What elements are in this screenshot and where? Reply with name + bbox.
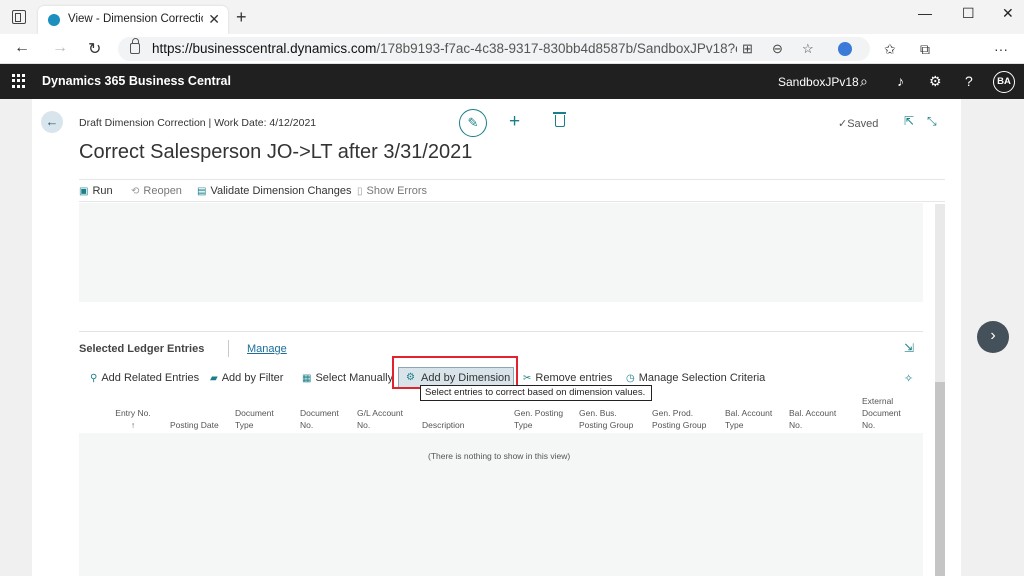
expand-section-icon[interactable]: ⇲ <box>904 341 914 355</box>
saved-status: ✓Saved <box>838 118 879 130</box>
column-header[interactable]: Document Type <box>235 407 285 431</box>
close-tab-icon[interactable]: ✕ <box>208 11 220 28</box>
back-icon[interactable]: ← <box>14 39 30 57</box>
manage-link[interactable]: Manage <box>247 343 287 355</box>
column-header[interactable]: Gen. Posting Type <box>514 407 566 431</box>
run-action[interactable]: ▣ Run <box>79 185 113 197</box>
column-header[interactable]: Description <box>422 419 465 431</box>
next-arrow-icon[interactable]: › <box>977 321 1009 353</box>
back-arrow-icon[interactable]: ← <box>41 111 63 133</box>
new-tab-button[interactable]: + <box>236 7 247 28</box>
select-icon: ▦ <box>302 373 312 384</box>
scrollbar-thumb[interactable] <box>935 382 945 576</box>
add-by-filter-action[interactable]: ▰ Add by Filter <box>210 372 283 384</box>
general-fasttab <box>79 203 923 302</box>
maximize-icon[interactable]: ☐ <box>962 5 975 22</box>
address-bar: ← → ↻ https://businesscentral.dynamics.c… <box>0 34 1024 92</box>
favorites-icon[interactable]: ✩ <box>884 41 896 58</box>
app-bar: Dynamics 365 Business Central SandboxJPv… <box>0 64 1024 99</box>
criteria-icon: ◷ <box>626 373 635 384</box>
extension-icon[interactable] <box>838 42 852 56</box>
help-icon[interactable]: ? <box>965 73 973 89</box>
favorite-star-icon[interactable]: ☆ <box>802 41 814 57</box>
page-breadcrumb: Draft Dimension Correction | Work Date: … <box>79 117 317 129</box>
section-separator <box>228 340 229 357</box>
site-favicon-icon <box>48 14 60 26</box>
delete-trash-icon[interactable] <box>553 112 566 127</box>
page-card: ← Draft Dimension Correction | Work Date… <box>32 99 961 576</box>
app-title[interactable]: Dynamics 365 Business Central <box>42 74 231 88</box>
add-related-entries-action[interactable]: ⚲ Add Related Entries <box>90 372 199 384</box>
validate-dimension-changes-action[interactable]: ▤ Validate Dimension Changes <box>197 185 352 197</box>
errors-icon: ▯ <box>357 186 363 197</box>
column-header[interactable]: Entry No. ↑ <box>113 407 153 431</box>
filter-icon: ▰ <box>210 373 218 384</box>
settings-gear-icon[interactable]: ⚙ <box>929 73 942 90</box>
remove-icon: ✂ <box>523 373 532 384</box>
open-new-window-icon[interactable]: ⇱ <box>904 114 914 128</box>
section-title: Selected Ledger Entries <box>79 343 205 355</box>
forward-icon[interactable]: → <box>52 39 68 57</box>
column-header[interactable]: Bal. Account No. <box>789 407 841 431</box>
column-header[interactable]: Bal. Account Type <box>725 407 777 431</box>
search-icon[interactable]: ⌕ <box>860 73 868 90</box>
refresh-icon[interactable]: ↻ <box>88 39 101 59</box>
column-header[interactable]: Gen. Prod. Posting Group <box>652 407 712 431</box>
manage-selection-criteria-action[interactable]: ◷ Manage Selection Criteria <box>626 372 765 384</box>
tooltip: Select entries to correct based on dimen… <box>420 385 652 401</box>
collections-icon[interactable]: ⧉ <box>920 41 930 58</box>
edit-pencil-icon[interactable]: ✎ <box>459 109 487 137</box>
column-header[interactable]: External Document No. <box>862 395 912 431</box>
column-header[interactable]: G/L Account No. <box>357 407 409 431</box>
section-divider <box>79 331 923 332</box>
more-menu-icon[interactable]: ··· <box>994 41 1008 57</box>
remove-entries-action[interactable]: ✂ Remove entries <box>523 372 612 384</box>
company-name[interactable]: SandboxJPv18 <box>778 75 859 89</box>
run-icon: ▣ <box>79 186 89 197</box>
user-avatar[interactable]: BA <box>993 71 1015 93</box>
reopen-action[interactable]: ⟲ Reopen <box>131 185 182 197</box>
lock-icon[interactable] <box>130 38 140 54</box>
page-title: Correct Salesperson JO->LT after 3/31/20… <box>79 141 473 163</box>
tab-actions-icon[interactable] <box>12 10 26 24</box>
reopen-icon: ⟲ <box>131 186 140 197</box>
column-header[interactable]: Posting Date <box>170 419 219 431</box>
select-manually-action[interactable]: ▦ Select Manually <box>302 372 393 384</box>
url-text[interactable]: https://businesscentral.dynamics.com/178… <box>152 41 737 56</box>
app-available-icon[interactable]: ⊞ <box>742 41 753 57</box>
tab-title: View - Dimension Corrections - D <box>68 13 203 25</box>
browser-tab[interactable]: View - Dimension Corrections - D ✕ <box>38 6 228 34</box>
add-related-icon: ⚲ <box>90 373 98 384</box>
app-launcher-icon[interactable] <box>12 74 26 88</box>
zoom-icon[interactable]: ⊖ <box>772 41 783 57</box>
url-input[interactable]: https://businesscentral.dynamics.com/178… <box>118 37 870 61</box>
personalize-icon[interactable]: ✧ <box>904 372 913 385</box>
empty-grid-message: (There is nothing to show in this view) <box>428 451 571 461</box>
new-plus-icon[interactable]: + <box>509 111 520 133</box>
vertical-scrollbar[interactable] <box>935 204 945 576</box>
notification-bell-icon[interactable]: ♪ <box>897 73 904 89</box>
column-header[interactable]: Gen. Bus. Posting Group <box>579 407 639 431</box>
page-action-bar: ▣ Run ⟲ Reopen ▤ Validate Dimension Changes… <box>79 179 945 202</box>
close-window-icon[interactable]: ✕ <box>1002 5 1014 22</box>
minimize-icon[interactable]: — <box>918 5 932 21</box>
browser-tab-bar: View - Dimension Corrections - D ✕ + — ☐… <box>0 0 1024 34</box>
show-errors-action[interactable]: ▯ Show Errors <box>357 185 427 197</box>
validate-icon: ▤ <box>197 186 207 197</box>
collapse-icon[interactable]: ⤡ <box>927 114 937 129</box>
column-header[interactable]: Document No. <box>300 407 340 431</box>
main-area: ← Draft Dimension Correction | Work Date… <box>0 99 1024 576</box>
